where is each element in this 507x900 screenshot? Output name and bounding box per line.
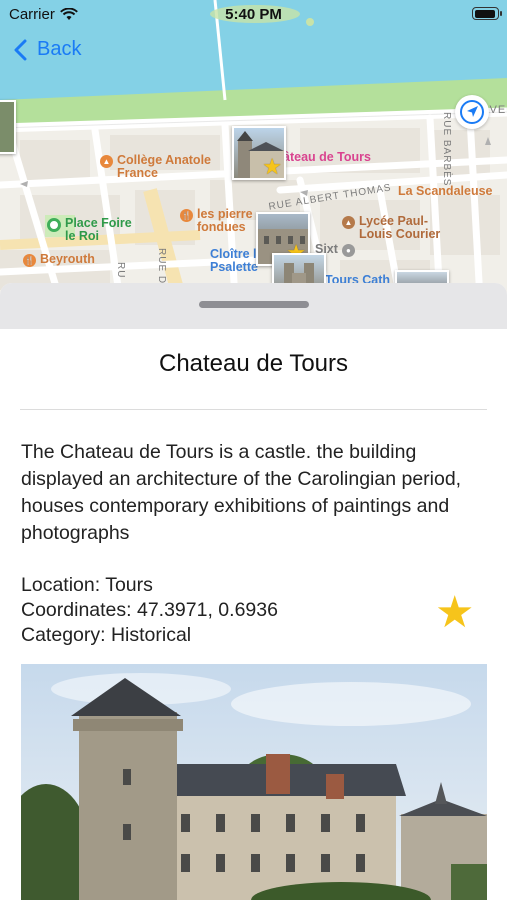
- street-label: RUE D: [156, 248, 167, 285]
- star-icon: ★: [435, 588, 475, 637]
- poi-college[interactable]: ▲ Collège Anatole France: [100, 154, 227, 180]
- place-info: Location: Tours Coordinates: 47.3971, 0.…: [21, 573, 278, 648]
- car-rental-icon: ●: [341, 244, 355, 257]
- restaurant-icon: 🍴: [180, 209, 193, 222]
- chateau-photo: [21, 664, 487, 900]
- status-bar: Carrier 5:40 PM: [0, 0, 507, 28]
- poi-label: Collège Anatole France: [117, 153, 211, 180]
- poi-place-foire[interactable]: Place Foire le Roi: [47, 217, 140, 243]
- poi-label: âteau de Tours: [283, 150, 371, 164]
- poi-label: les pierre fondues: [197, 207, 253, 234]
- category-line: Category: Historical: [21, 624, 192, 646]
- poi-la-scandaleuse[interactable]: La Scandaleuse: [398, 185, 493, 198]
- detail-sheet[interactable]: Chateau de Tours The Chateau de Tours is…: [0, 283, 507, 900]
- favorite-star-icon: ★: [262, 154, 282, 179]
- location-arrow-icon: [460, 100, 484, 124]
- park-pin-icon: [47, 218, 61, 232]
- school-icon: ▲: [100, 155, 113, 168]
- locate-me-button[interactable]: [455, 95, 489, 129]
- school-icon: ▲: [342, 216, 355, 229]
- battery-icon: [472, 7, 502, 20]
- poi-les-pierres-fondues[interactable]: 🍴 les pierre fondues: [180, 208, 259, 234]
- location-line: Location: Tours: [21, 574, 153, 596]
- clock: 5:40 PM: [225, 6, 282, 23]
- street-label: RUE BARBÈS: [441, 112, 452, 187]
- street-label: RU: [115, 262, 126, 279]
- poi-beyrouth[interactable]: 🍴 Beyrouth: [23, 253, 95, 267]
- poi-label: Place Foire le Roi: [65, 216, 132, 243]
- place-title: Chateau de Tours: [158, 350, 349, 377]
- divider: [20, 409, 487, 410]
- poi-chateau[interactable]: âteau de Tours: [283, 151, 371, 164]
- chevron-left-icon: [14, 39, 27, 60]
- map-view[interactable]: ▲ Collège Anatole France âteau de Tours …: [0, 0, 507, 300]
- poi-lycee[interactable]: ▲ Lycée Paul-Louis Courier: [342, 215, 454, 241]
- poi-label: Beyrouth: [40, 252, 95, 266]
- place-description: The Chateau de Tours is a castle. the bu…: [21, 441, 462, 544]
- battery-level: [474, 9, 496, 18]
- sheet-header[interactable]: [0, 283, 507, 329]
- poi-label: Lycée Paul-Louis Courier: [359, 214, 441, 241]
- coordinates-line: Coordinates: 47.3971, 0.6936: [21, 599, 278, 621]
- restaurant-icon: 🍴: [23, 254, 36, 267]
- back-button[interactable]: Back: [14, 38, 81, 61]
- poi-label: La Scandaleuse: [398, 184, 493, 198]
- place-photo: [21, 664, 487, 900]
- sheet-grabber[interactable]: [199, 301, 309, 308]
- back-label: Back: [37, 38, 82, 60]
- chateau-photo-pin[interactable]: ★: [232, 126, 286, 180]
- favorite-star-button[interactable]: ★: [435, 591, 474, 635]
- map-photo-pin[interactable]: [0, 100, 16, 154]
